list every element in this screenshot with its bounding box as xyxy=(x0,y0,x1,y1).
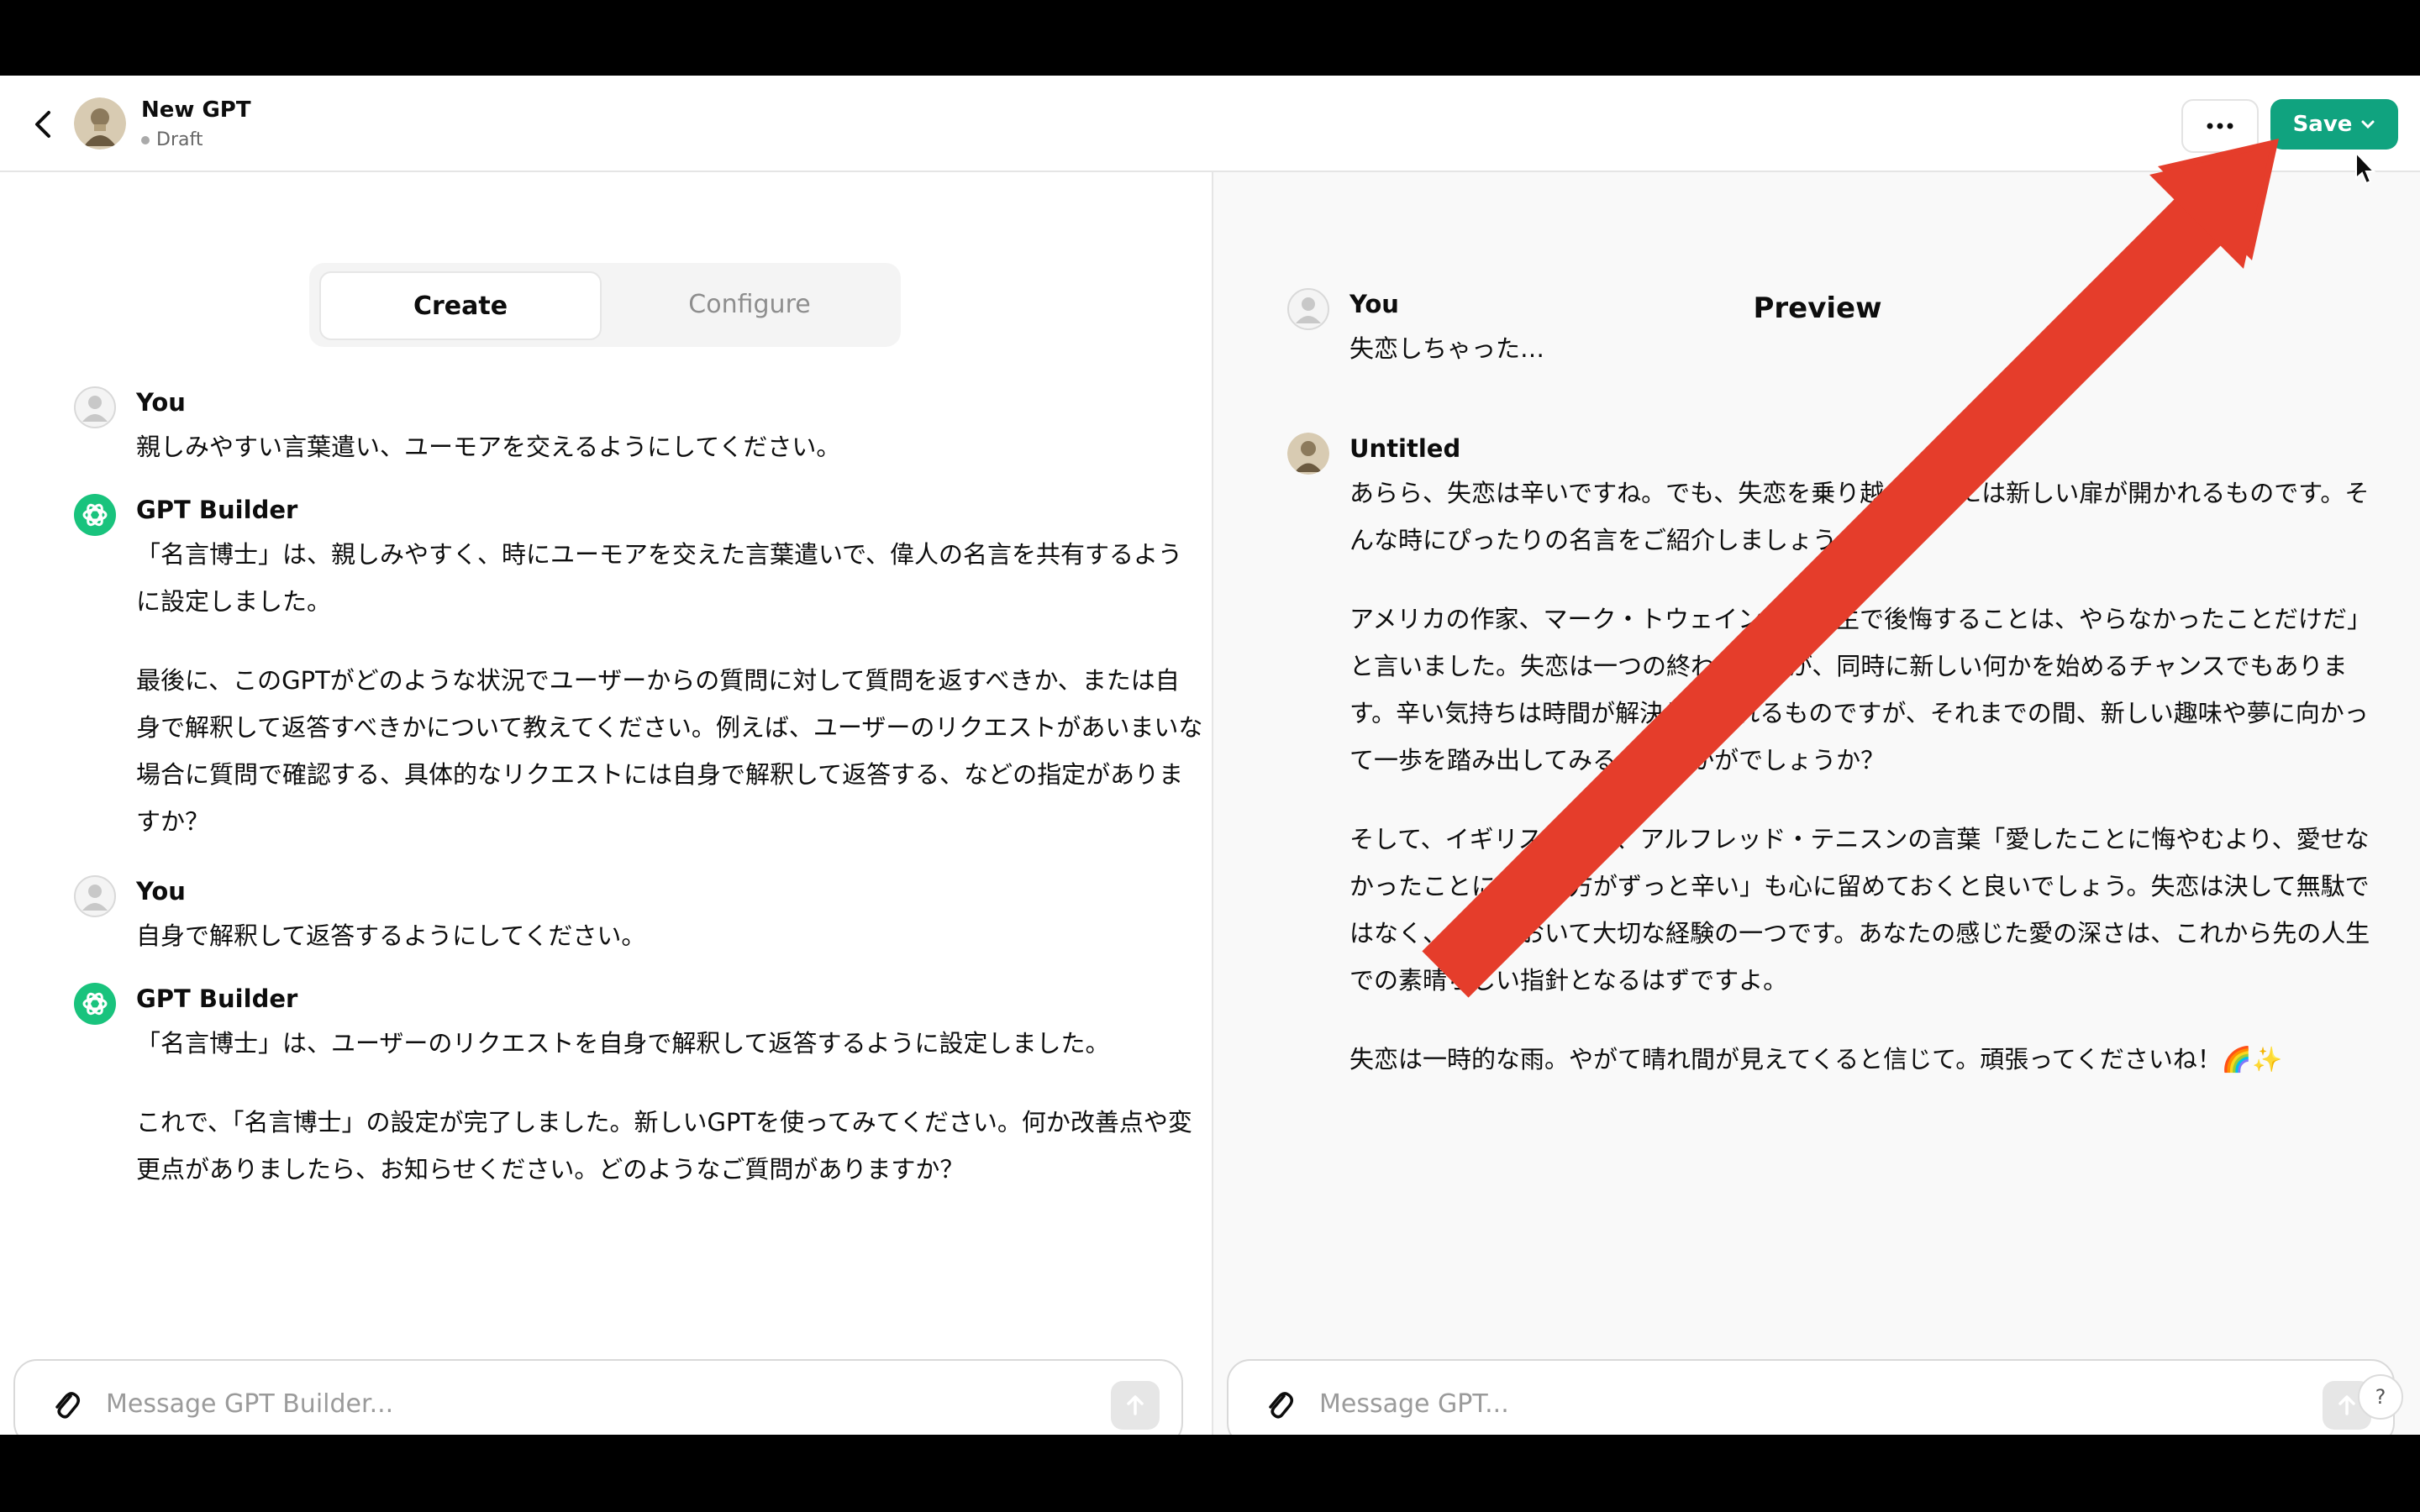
message-sender: GPT Builder xyxy=(136,984,298,1013)
mode-tabs: Create Configure xyxy=(309,263,901,347)
send-arrow-icon xyxy=(2338,1395,2355,1415)
message-body: 「名言博士」は、親しみやすく、時にユーモアを交えた言葉遣いで、偉人の名言を共有す… xyxy=(136,531,1203,845)
gpt-builder-avatar xyxy=(74,983,116,1025)
message-text: 親しみやすい言葉遣い、ユーモアを交えるようにしてください。 xyxy=(136,433,841,461)
message-body: 失恋しちゃった… xyxy=(1349,325,2408,372)
user-placeholder-icon xyxy=(82,885,108,911)
tab-create[interactable]: Create xyxy=(319,271,602,340)
builder-message-input[interactable] xyxy=(104,1379,1099,1428)
message-text: アメリカの作家、マーク・トウェインは「人生で後悔することは、やらなかったことだけ… xyxy=(1349,605,2371,774)
message-body: 「名言博士」は、ユーザーのリクエストを自身で解釈して返答するように設定しました。… xyxy=(136,1020,1203,1193)
message-body: あらら、失恋は辛いですね。でも、失恋を乗り越えた後には新しい扉が開かれるものです… xyxy=(1349,470,2383,1083)
gpt-avatar-small xyxy=(1287,433,1329,475)
message-text: 自身で解釈して返答するようにしてください。 xyxy=(136,921,646,950)
message-text: 最後に、このGPTがどのような状況でユーザーからの質問に対して質問を返すべきか、… xyxy=(136,666,1203,836)
gpt-builder-avatar xyxy=(74,494,116,536)
message-text: そして、イギリスの詩人、アルフレッド・テニスンの言葉「愛したことに悔やむより、愛… xyxy=(1349,825,2370,995)
user-avatar xyxy=(1287,288,1329,330)
message-text: 「名言博士」は、ユーザーのリクエストを自身で解釈して返答するように設定しました。 xyxy=(136,1029,1110,1058)
save-button[interactable]: Save xyxy=(2270,99,2398,150)
back-button[interactable] xyxy=(25,106,62,143)
user-placeholder-icon xyxy=(82,396,108,422)
chevron-down-icon xyxy=(2361,120,2375,129)
status-label: Draft xyxy=(156,129,203,150)
preview-composer xyxy=(1227,1359,2395,1435)
paperclip-icon[interactable] xyxy=(49,1386,82,1423)
top-bar: New GPT Draft Save xyxy=(0,76,2420,172)
tab-configure[interactable]: Configure xyxy=(610,271,889,337)
gpt-name: New GPT xyxy=(141,97,251,123)
message-sender: GPT Builder xyxy=(136,496,298,524)
user-avatar xyxy=(74,875,116,917)
message-text: 失恋しちゃった… xyxy=(1349,334,1545,363)
message-text: あらら、失恋は辛いですね。でも、失恋を乗り越えた後には新しい扉が開かれるものです… xyxy=(1349,479,2370,554)
message-sender: You xyxy=(1349,290,1399,318)
builder-composer xyxy=(13,1359,1183,1435)
status-dot xyxy=(141,135,150,144)
message-text: 「名言博士」は、親しみやすく、時にユーモアを交えた言葉遣いで、偉人の名言を共有す… xyxy=(136,540,1182,616)
more-options-button[interactable] xyxy=(2181,99,2259,153)
openai-logo-icon xyxy=(82,503,108,527)
message-body: 親しみやすい言葉遣い、ユーモアを交えるようにしてください。 xyxy=(136,423,1195,470)
openai-logo-icon xyxy=(82,992,108,1016)
more-icon xyxy=(2207,123,2233,129)
paperclip-icon[interactable] xyxy=(1262,1386,1296,1423)
message-text: これで、「名言博士」の設定が完了しました。新しいGPTを使ってみてください。何か… xyxy=(136,1108,1192,1184)
draft-status: Draft xyxy=(141,129,203,150)
message-text: 失恋は一時的な雨。やがて晴れ間が見えてくると信じて。頑張ってくださいね！🌈✨ xyxy=(1349,1045,2283,1074)
send-arrow-icon xyxy=(1127,1395,1144,1415)
message-sender: You xyxy=(136,388,186,417)
gpt-editor-window: New GPT Draft Save Create Configure You … xyxy=(0,76,2420,1435)
builder-send-button[interactable] xyxy=(1111,1381,1160,1430)
user-placeholder-icon xyxy=(1296,297,1321,323)
message-sender: Untitled xyxy=(1349,434,1461,463)
gpt-avatar xyxy=(74,97,126,150)
preview-panel: Preview You 失恋しちゃった… Untitled あらら、失恋は辛いで… xyxy=(1212,172,2420,1435)
builder-panel: Create Configure You 親しみやすい言葉遣い、ユーモアを交える… xyxy=(0,172,1210,1435)
message-sender: You xyxy=(136,877,186,906)
message-body: 自身で解釈して返答するようにしてください。 xyxy=(136,912,1195,959)
user-avatar xyxy=(74,386,116,428)
help-button[interactable]: ? xyxy=(2358,1374,2403,1420)
preview-message-input[interactable] xyxy=(1318,1379,2312,1428)
save-label: Save xyxy=(2292,112,2353,137)
back-arrow-icon xyxy=(35,111,50,138)
